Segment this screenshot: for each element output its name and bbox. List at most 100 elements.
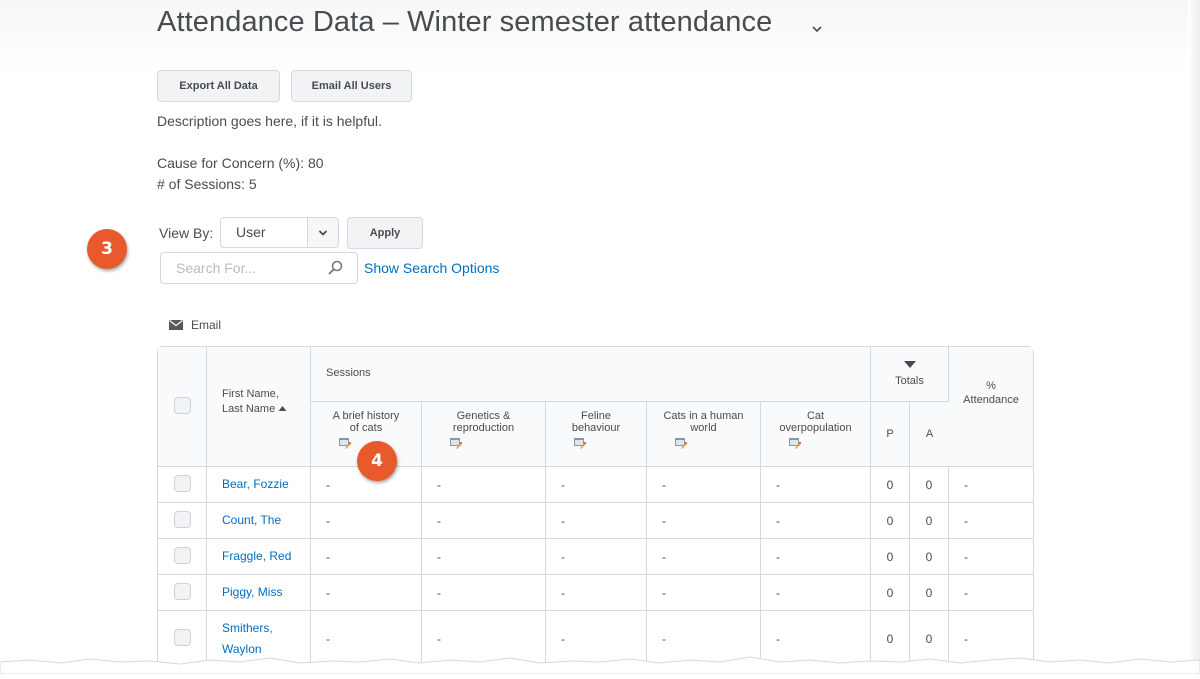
session-attendance-cell[interactable]: -	[546, 539, 647, 575]
session-title-line1: Genetics &	[456, 410, 511, 422]
session-title-line1: A brief history	[332, 410, 400, 422]
name-cell: Count, The	[207, 503, 311, 539]
name-header-line2: Last Name	[222, 402, 276, 415]
name-header-line1: First Name,	[222, 387, 279, 400]
edit-session-icon[interactable]	[450, 438, 462, 449]
user-name-link[interactable]: Bear, Fozzie	[222, 477, 289, 491]
view-by-selected-value: User	[236, 224, 266, 240]
user-name-line1: Smithers,	[222, 620, 273, 635]
session-attendance-cell[interactable]: -	[647, 467, 761, 503]
absent-count: 0	[910, 575, 949, 611]
absent-count: 0	[910, 503, 949, 539]
description-text: Description goes here, if it is helpful.	[157, 113, 382, 129]
session-attendance-cell[interactable]: -	[761, 467, 871, 503]
session-attendance-cell[interactable]: -	[422, 575, 546, 611]
user-name-link[interactable]: Piggy, Miss	[222, 585, 282, 599]
session-attendance-cell[interactable]: -	[761, 539, 871, 575]
sort-descending-icon[interactable]	[903, 361, 916, 369]
edit-session-icon[interactable]	[789, 438, 801, 449]
select-all-header	[158, 347, 207, 467]
edit-session-icon[interactable]	[675, 438, 687, 449]
session-attendance-cell[interactable]: -	[422, 467, 546, 503]
table-row: Fraggle, Red - - - - -0 0-	[158, 539, 1033, 575]
name-cell: Piggy, Miss	[207, 575, 311, 611]
search-icon[interactable]	[327, 260, 343, 276]
present-count: 0	[871, 503, 910, 539]
session-title-line1: Cats in a human	[663, 410, 744, 422]
session-header: Cats in a human world	[647, 402, 761, 467]
user-name-link[interactable]: Count, The	[222, 513, 281, 527]
edit-session-icon[interactable]	[574, 438, 586, 449]
row-checkbox[interactable]	[173, 474, 191, 492]
sort-ascending-icon[interactable]	[278, 405, 287, 412]
callout-badge-4: 4	[357, 441, 397, 481]
session-attendance-cell[interactable]: -	[311, 539, 422, 575]
session-attendance-cell[interactable]: -	[647, 575, 761, 611]
apply-button[interactable]: Apply	[347, 217, 423, 249]
present-header: P	[871, 402, 910, 467]
row-checkbox[interactable]	[173, 628, 191, 646]
session-attendance-cell[interactable]: -	[311, 503, 422, 539]
name-cell: Fraggle, Red	[207, 539, 311, 575]
session-title-line1: Feline	[581, 410, 611, 422]
totals-group-header[interactable]: Totals	[871, 347, 949, 402]
session-title-line2: overpopulation	[779, 422, 852, 434]
title-chevron-down-icon[interactable]	[810, 22, 824, 36]
row-select-cell	[158, 539, 207, 575]
session-title-line1: Cat	[806, 410, 825, 422]
user-name-link[interactable]: Smithers, Waylon	[222, 621, 273, 656]
session-attendance-cell[interactable]: -	[761, 575, 871, 611]
percent-attendance-header: % Attendance	[949, 347, 1033, 467]
session-attendance-cell[interactable]: -	[422, 503, 546, 539]
email-label: Email	[191, 318, 222, 332]
session-attendance-cell[interactable]: -	[647, 539, 761, 575]
session-header: Feline behaviour	[546, 402, 647, 467]
session-attendance-cell[interactable]: -	[422, 539, 546, 575]
absent-count: 0	[910, 467, 949, 503]
percent-attendance-cell: -	[949, 503, 1033, 539]
view-by-select[interactable]: User	[220, 217, 339, 248]
session-attendance-cell[interactable]: -	[647, 503, 761, 539]
session-title-line2: reproduction	[452, 422, 515, 434]
session-attendance-cell[interactable]: -	[546, 575, 647, 611]
session-attendance-cell[interactable]: -	[311, 575, 422, 611]
percent-attendance-cell: -	[949, 467, 1033, 503]
search-input[interactable]	[161, 253, 311, 283]
percent-attendance-cell: -	[949, 575, 1033, 611]
session-title-line2: behaviour	[571, 422, 621, 434]
export-all-data-button[interactable]: Export All Data	[157, 70, 280, 102]
session-header: Genetics & reproduction	[422, 402, 546, 467]
name-column-header[interactable]: First Name, Last Name	[207, 347, 311, 467]
table-row: Piggy, Miss - - - - -0 0-	[158, 575, 1033, 611]
absent-count: 0	[910, 539, 949, 575]
present-count: 0	[871, 539, 910, 575]
attendance-table: First Name, Last Name Sessions Totals % …	[157, 346, 1034, 668]
row-checkbox[interactable]	[173, 510, 191, 528]
sessions-count-text: # of Sessions: 5	[157, 176, 257, 192]
row-select-cell	[158, 503, 207, 539]
row-checkbox[interactable]	[173, 582, 191, 600]
select-all-checkbox[interactable]	[173, 396, 191, 414]
torn-edge	[0, 656, 1200, 679]
user-name-link[interactable]: Fraggle, Red	[222, 549, 291, 563]
session-title-line2: of cats	[349, 422, 383, 434]
chevron-down-icon[interactable]	[307, 218, 338, 247]
email-all-users-button[interactable]: Email All Users	[291, 70, 412, 102]
show-search-options-link[interactable]: Show Search Options	[364, 260, 499, 276]
percent-header-line2: Attendance	[963, 394, 1019, 406]
name-cell: Bear, Fozzie	[207, 467, 311, 503]
edit-session-icon[interactable]	[339, 438, 351, 449]
session-title-line2: world	[690, 422, 717, 434]
email-action[interactable]: Email	[169, 318, 221, 332]
row-checkbox[interactable]	[173, 546, 191, 564]
percent-header-line1: %	[986, 380, 996, 392]
percent-attendance-cell: -	[949, 539, 1033, 575]
session-attendance-cell[interactable]: -	[546, 467, 647, 503]
table-row: Count, The - - - - -0 0-	[158, 503, 1033, 539]
session-attendance-cell[interactable]: -	[761, 503, 871, 539]
callout-badge-3: 3	[87, 229, 127, 269]
row-select-cell	[158, 467, 207, 503]
session-attendance-cell[interactable]: -	[546, 503, 647, 539]
present-count: 0	[871, 575, 910, 611]
session-header: Cat overpopulation	[761, 402, 871, 467]
